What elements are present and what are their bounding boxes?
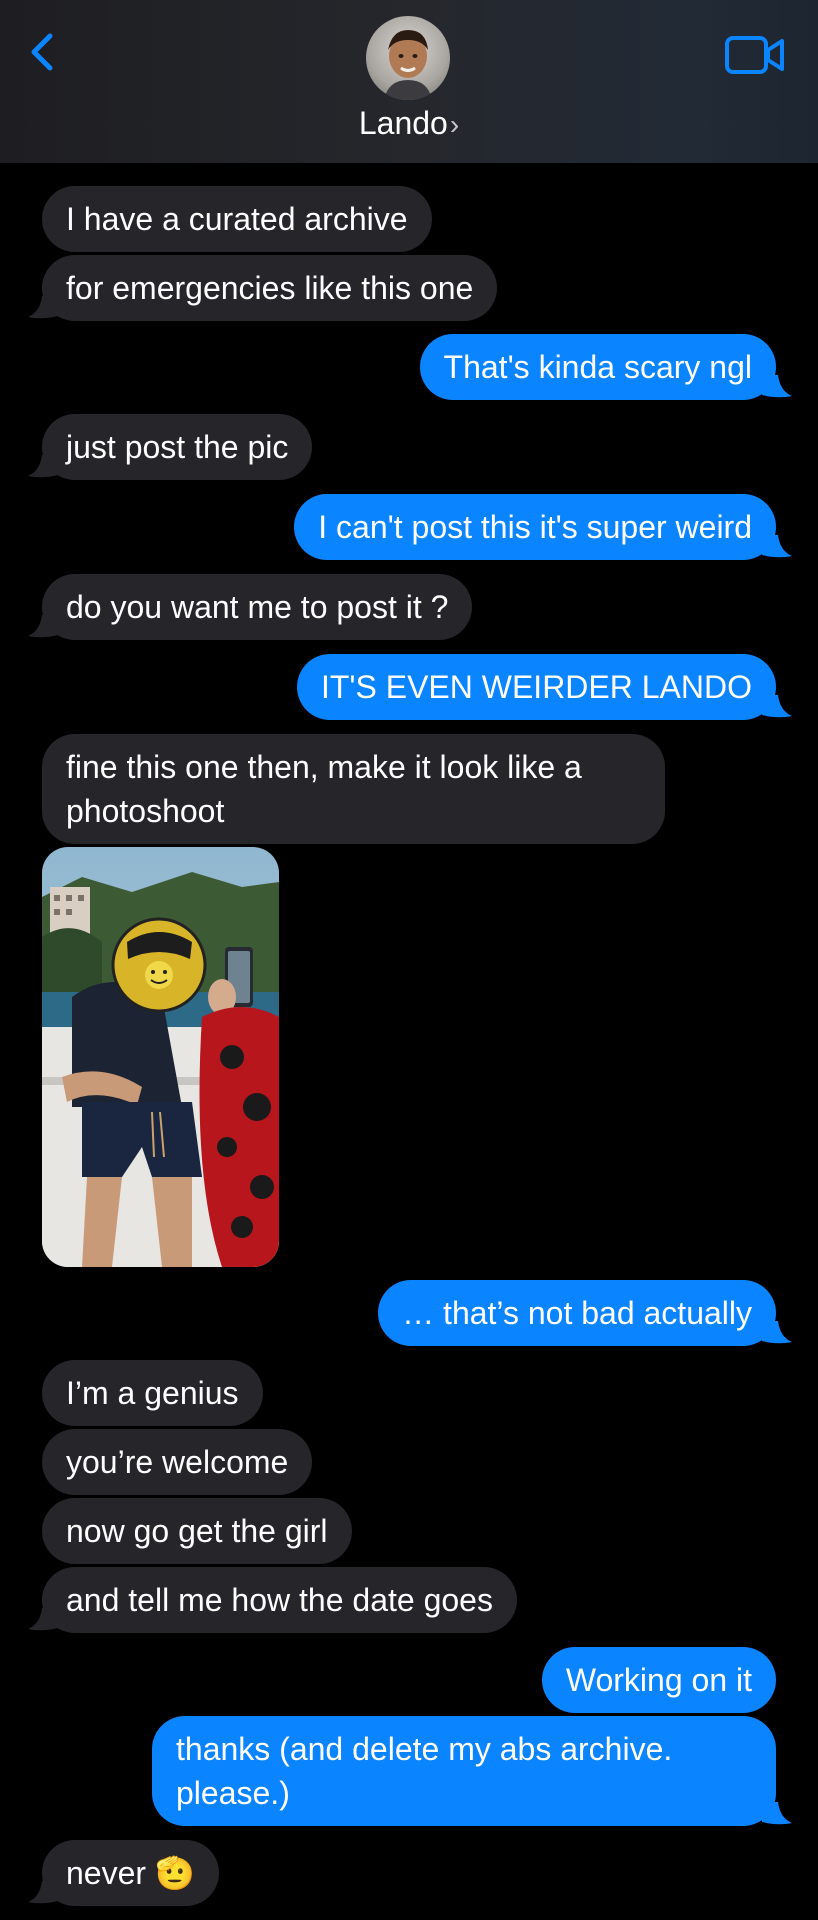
message-text: That's kinda scary ngl (443, 349, 752, 385)
message-bubble-incoming[interactable]: for emergencies like this one (42, 255, 498, 321)
message-bubble-incoming[interactable]: fine this one then, make it look like a … (42, 734, 665, 844)
bubble-tail (762, 695, 792, 718)
message-bubble-incoming[interactable]: just post the pic (42, 414, 313, 480)
message-text: and tell me how the date goes (66, 1582, 493, 1618)
bubble-tail (28, 615, 58, 638)
bubble-tail (762, 1321, 792, 1344)
bubble-tail (28, 455, 58, 478)
message-bubble-outgoing[interactable]: … that’s not bad actually (378, 1280, 776, 1346)
message-bubble-outgoing[interactable]: I can't post this it's super weird (294, 494, 776, 560)
message-bubble-incoming[interactable]: never 🫡 (42, 1840, 219, 1906)
message-text: IT'S EVEN WEIRDER LANDO (320, 669, 752, 705)
bubble-tail (762, 375, 792, 398)
chat-header: Lando› (0, 0, 818, 163)
message-text: I can't post this it's super weird (318, 509, 752, 545)
message-text: I have a curated archive (66, 201, 408, 237)
message-text: you’re welcome (66, 1444, 289, 1480)
message-text: do you want me to post it ? (66, 589, 449, 625)
video-camera-icon[interactable] (724, 33, 786, 77)
contact-name-button[interactable]: Lando› (0, 105, 818, 142)
message-bubble-incoming[interactable]: do you want me to post it ? (42, 574, 473, 640)
message-text: never 🫡 (66, 1855, 195, 1891)
message-text: now go get the girl (66, 1513, 328, 1549)
message-text: thanks (and delete my abs archive. pleas… (176, 1731, 673, 1811)
message-bubble-incoming[interactable]: I’m a genius (42, 1360, 263, 1426)
chevron-left-icon[interactable] (26, 30, 58, 74)
photo-attachment[interactable] (42, 847, 279, 1267)
message-text: … that’s not bad actually (402, 1295, 752, 1331)
message-bubble-incoming[interactable]: and tell me how the date goes (42, 1567, 517, 1633)
bubble-tail (28, 1608, 58, 1631)
message-text: for emergencies like this one (66, 270, 474, 306)
message-text: just post the pic (66, 429, 289, 465)
message-bubble-outgoing[interactable]: That's kinda scary ngl (419, 334, 776, 400)
message-bubble-outgoing[interactable]: thanks (and delete my abs archive. pleas… (152, 1716, 776, 1826)
bubble-tail (28, 296, 58, 319)
avatar[interactable] (366, 16, 450, 100)
contact-name: Lando (358, 105, 448, 141)
message-bubble-incoming[interactable]: you’re welcome (42, 1429, 313, 1495)
message-bubble-outgoing[interactable]: Working on it (541, 1647, 776, 1713)
bubble-tail (762, 535, 792, 558)
bubble-tail (28, 1881, 58, 1904)
bubble-tail (762, 1802, 792, 1825)
chevron-right-icon: › (449, 109, 460, 140)
message-bubble-incoming[interactable]: now go get the girl (42, 1498, 352, 1564)
message-bubble-outgoing[interactable]: IT'S EVEN WEIRDER LANDO (296, 654, 776, 720)
message-bubble-incoming[interactable]: I have a curated archive (42, 186, 432, 252)
message-text: I’m a genius (66, 1375, 239, 1411)
message-text: Working on it (565, 1662, 752, 1698)
message-text: fine this one then, make it look like a … (66, 749, 582, 829)
